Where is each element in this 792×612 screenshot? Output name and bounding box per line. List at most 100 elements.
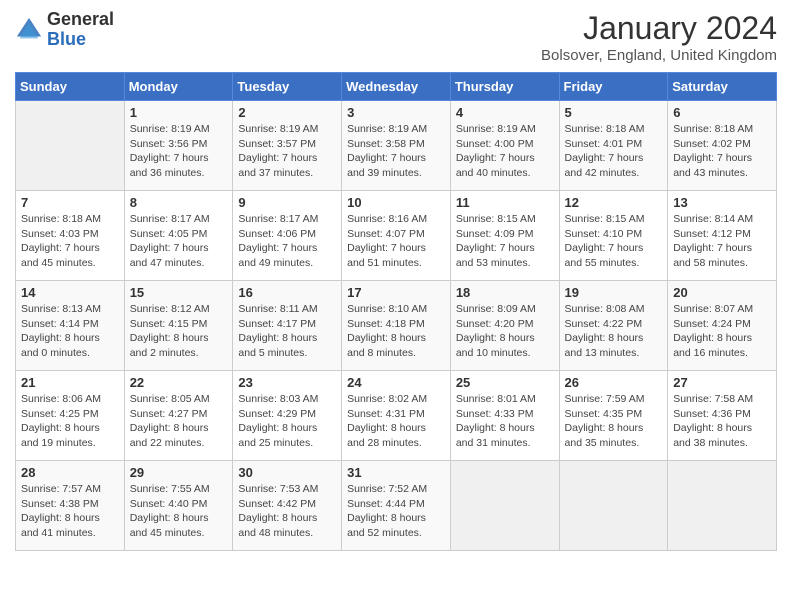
day-info: Sunrise: 7:55 AMSunset: 4:40 PMDaylight:… <box>130 482 228 541</box>
calendar-cell <box>559 461 668 551</box>
day-number: 12 <box>565 195 663 210</box>
day-info: Sunrise: 8:18 AMSunset: 4:03 PMDaylight:… <box>21 212 119 271</box>
day-number: 30 <box>238 465 336 480</box>
day-number: 25 <box>456 375 554 390</box>
calendar-cell: 24Sunrise: 8:02 AMSunset: 4:31 PMDayligh… <box>342 371 451 461</box>
calendar-cell: 27 Sunrise: 7:58 AMSunset: 4:36 PMDayligh… <box>668 371 777 461</box>
day-info: Sunrise: 8:18 AMSunset: 4:02 PMDaylight:… <box>673 122 771 181</box>
calendar-cell: 18 Sunrise: 8:09 AMSunset: 4:20 PMDayligh… <box>450 281 559 371</box>
calendar-week-row: 7 Sunrise: 8:18 AMSunset: 4:03 PMDaylight… <box>16 191 777 281</box>
calendar-cell <box>668 461 777 551</box>
calendar-cell: 22 Sunrise: 8:05 AMSunset: 4:27 PMDayligh… <box>124 371 233 461</box>
day-info: Sunrise: 8:03 AMSunset: 4:29 PMDaylight:… <box>238 392 336 451</box>
day-number: 3 <box>347 105 445 120</box>
calendar-cell: 2 Sunrise: 8:19 AMSunset: 3:57 PMDaylight… <box>233 101 342 191</box>
calendar-cell: 3 Sunrise: 8:19 AMSunset: 3:58 PMDaylight… <box>342 101 451 191</box>
day-info: Sunrise: 7:57 AMSunset: 4:38 PMDaylight:… <box>21 482 119 541</box>
day-info: Sunrise: 8:05 AMSunset: 4:27 PMDaylight:… <box>130 392 228 451</box>
day-info: Sunrise: 8:01 AMSunset: 4:33 PMDaylight:… <box>456 392 554 451</box>
calendar-cell: 13 Sunrise: 8:14 AMSunset: 4:12 PMDayligh… <box>668 191 777 281</box>
day-number: 24 <box>347 375 445 390</box>
header-friday: Friday <box>559 73 668 101</box>
calendar-cell: 28 Sunrise: 7:57 AMSunset: 4:38 PMDayligh… <box>16 461 125 551</box>
calendar-cell: 19Sunrise: 8:08 AMSunset: 4:22 PMDayligh… <box>559 281 668 371</box>
calendar-cell: 1Sunrise: 8:19 AMSunset: 3:56 PMDaylight… <box>124 101 233 191</box>
header-thursday: Thursday <box>450 73 559 101</box>
calendar-cell: 10 Sunrise: 8:16 AMSunset: 4:07 PMDayligh… <box>342 191 451 281</box>
day-number: 29 <box>130 465 228 480</box>
day-number: 10 <box>347 195 445 210</box>
day-info: Sunrise: 8:06 AMSunset: 4:25 PMDaylight:… <box>21 392 119 451</box>
day-number: 4 <box>456 105 554 120</box>
day-info: Sunrise: 8:19 AMSunset: 3:58 PMDaylight:… <box>347 122 445 181</box>
logo-general: General <box>47 9 114 29</box>
day-info: Sunrise: 8:09 AMSunset: 4:20 PMDaylight:… <box>456 302 554 361</box>
day-number: 9 <box>238 195 336 210</box>
day-number: 17 <box>347 285 445 300</box>
logo-icon <box>15 16 43 44</box>
day-number: 16 <box>238 285 336 300</box>
day-info: Sunrise: 8:16 AMSunset: 4:07 PMDaylight:… <box>347 212 445 271</box>
day-info: Sunrise: 7:59 AMSunset: 4:35 PMDaylight:… <box>565 392 663 451</box>
calendar-cell: 26 Sunrise: 7:59 AMSunset: 4:35 PMDayligh… <box>559 371 668 461</box>
calendar-week-row: 28 Sunrise: 7:57 AMSunset: 4:38 PMDayligh… <box>16 461 777 551</box>
day-info: Sunrise: 8:07 AMSunset: 4:24 PMDaylight:… <box>673 302 771 361</box>
calendar-cell: 7 Sunrise: 8:18 AMSunset: 4:03 PMDaylight… <box>16 191 125 281</box>
day-number: 1 <box>130 105 228 120</box>
calendar-cell: 11Sunrise: 8:15 AMSunset: 4:09 PMDayligh… <box>450 191 559 281</box>
logo-blue: Blue <box>47 29 86 49</box>
calendar-cell: 9 Sunrise: 8:17 AMSunset: 4:06 PMDaylight… <box>233 191 342 281</box>
day-info: Sunrise: 8:14 AMSunset: 4:12 PMDaylight:… <box>673 212 771 271</box>
day-number: 7 <box>21 195 119 210</box>
calendar-cell: 15Sunrise: 8:12 AMSunset: 4:15 PMDayligh… <box>124 281 233 371</box>
day-info: Sunrise: 7:52 AMSunset: 4:44 PMDaylight:… <box>347 482 445 541</box>
calendar-cell: 14Sunrise: 8:13 AMSunset: 4:14 PMDayligh… <box>16 281 125 371</box>
calendar-cell: 25 Sunrise: 8:01 AMSunset: 4:33 PMDayligh… <box>450 371 559 461</box>
month-year-title: January 2024 <box>541 10 777 47</box>
day-info: Sunrise: 8:13 AMSunset: 4:14 PMDaylight:… <box>21 302 119 361</box>
day-info: Sunrise: 8:19 AMSunset: 3:57 PMDaylight:… <box>238 122 336 181</box>
calendar-cell: 16 Sunrise: 8:11 AMSunset: 4:17 PMDayligh… <box>233 281 342 371</box>
calendar-cell: 30 Sunrise: 7:53 AMSunset: 4:42 PMDayligh… <box>233 461 342 551</box>
calendar-cell: 20 Sunrise: 8:07 AMSunset: 4:24 PMDayligh… <box>668 281 777 371</box>
calendar-table: SundayMondayTuesdayWednesdayThursdayFrid… <box>15 72 777 551</box>
calendar-week-row: 21Sunrise: 8:06 AMSunset: 4:25 PMDayligh… <box>16 371 777 461</box>
day-number: 28 <box>21 465 119 480</box>
header-saturday: Saturday <box>668 73 777 101</box>
day-number: 27 <box>673 375 771 390</box>
day-info: Sunrise: 7:53 AMSunset: 4:42 PMDaylight:… <box>238 482 336 541</box>
day-info: Sunrise: 8:19 AMSunset: 4:00 PMDaylight:… <box>456 122 554 181</box>
calendar-cell: 5 Sunrise: 8:18 AMSunset: 4:01 PMDaylight… <box>559 101 668 191</box>
calendar-cell <box>450 461 559 551</box>
day-info: Sunrise: 7:58 AMSunset: 4:36 PMDaylight:… <box>673 392 771 451</box>
day-number: 20 <box>673 285 771 300</box>
day-number: 2 <box>238 105 336 120</box>
day-number: 11 <box>456 195 554 210</box>
day-number: 15 <box>130 285 228 300</box>
logo-text: General Blue <box>47 10 114 50</box>
calendar-cell: 6Sunrise: 8:18 AMSunset: 4:02 PMDaylight… <box>668 101 777 191</box>
day-number: 26 <box>565 375 663 390</box>
location-subtitle: Bolsover, England, United Kingdom <box>541 47 777 64</box>
calendar-cell: 12 Sunrise: 8:15 AMSunset: 4:10 PMDayligh… <box>559 191 668 281</box>
day-info: Sunrise: 8:15 AMSunset: 4:10 PMDaylight:… <box>565 212 663 271</box>
header-sunday: Sunday <box>16 73 125 101</box>
calendar-header-row: SundayMondayTuesdayWednesdayThursdayFrid… <box>16 73 777 101</box>
day-info: Sunrise: 8:17 AMSunset: 4:06 PMDaylight:… <box>238 212 336 271</box>
day-number: 18 <box>456 285 554 300</box>
day-number: 22 <box>130 375 228 390</box>
calendar-cell: 29 Sunrise: 7:55 AMSunset: 4:40 PMDayligh… <box>124 461 233 551</box>
day-info: Sunrise: 8:11 AMSunset: 4:17 PMDaylight:… <box>238 302 336 361</box>
calendar-cell <box>16 101 125 191</box>
day-number: 31 <box>347 465 445 480</box>
page-header: General Blue January 2024 Bolsover, Engl… <box>15 10 777 64</box>
day-number: 13 <box>673 195 771 210</box>
calendar-cell: 4 Sunrise: 8:19 AMSunset: 4:00 PMDaylight… <box>450 101 559 191</box>
title-block: January 2024 Bolsover, England, United K… <box>541 10 777 64</box>
day-info: Sunrise: 8:08 AMSunset: 4:22 PMDaylight:… <box>565 302 663 361</box>
day-info: Sunrise: 8:18 AMSunset: 4:01 PMDaylight:… <box>565 122 663 181</box>
day-number: 23 <box>238 375 336 390</box>
calendar-week-row: 14Sunrise: 8:13 AMSunset: 4:14 PMDayligh… <box>16 281 777 371</box>
day-number: 8 <box>130 195 228 210</box>
day-number: 5 <box>565 105 663 120</box>
